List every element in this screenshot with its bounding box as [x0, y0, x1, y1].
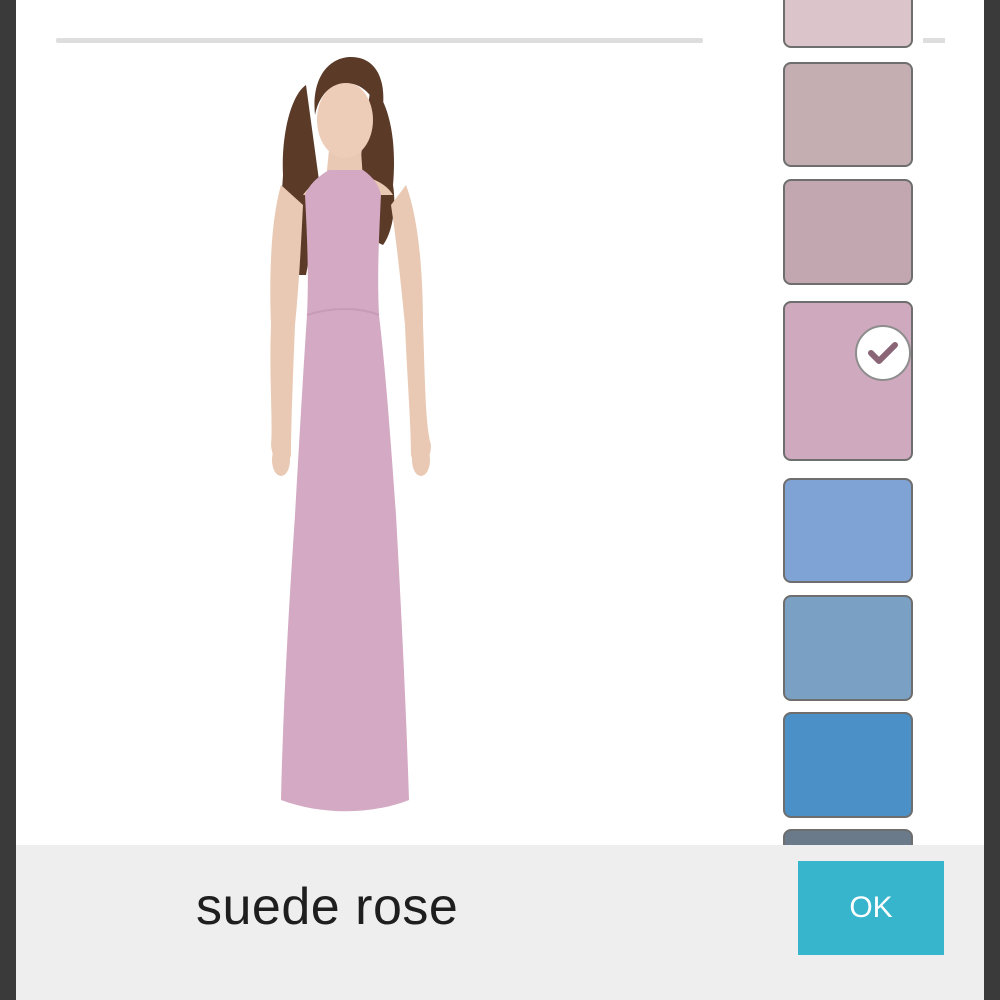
color-swatch-selected[interactable]	[783, 301, 913, 461]
color-picker-dialog: suede rose OK	[16, 0, 984, 1000]
color-swatch-list[interactable]	[782, 0, 918, 845]
top-divider	[56, 38, 703, 43]
top-divider-right	[923, 38, 945, 43]
dress-product-image	[270, 57, 431, 812]
color-swatch[interactable]	[783, 0, 913, 48]
color-swatch[interactable]	[783, 829, 913, 845]
color-swatch[interactable]	[783, 179, 913, 285]
color-swatch[interactable]	[783, 712, 913, 818]
selected-color-name: suede rose	[196, 878, 459, 936]
color-swatch[interactable]	[783, 62, 913, 167]
color-swatch[interactable]	[783, 595, 913, 701]
checkmark-icon	[855, 325, 911, 381]
dialog-footer: suede rose OK	[16, 845, 984, 1000]
ok-button[interactable]: OK	[798, 861, 944, 955]
color-swatch[interactable]	[783, 478, 913, 583]
